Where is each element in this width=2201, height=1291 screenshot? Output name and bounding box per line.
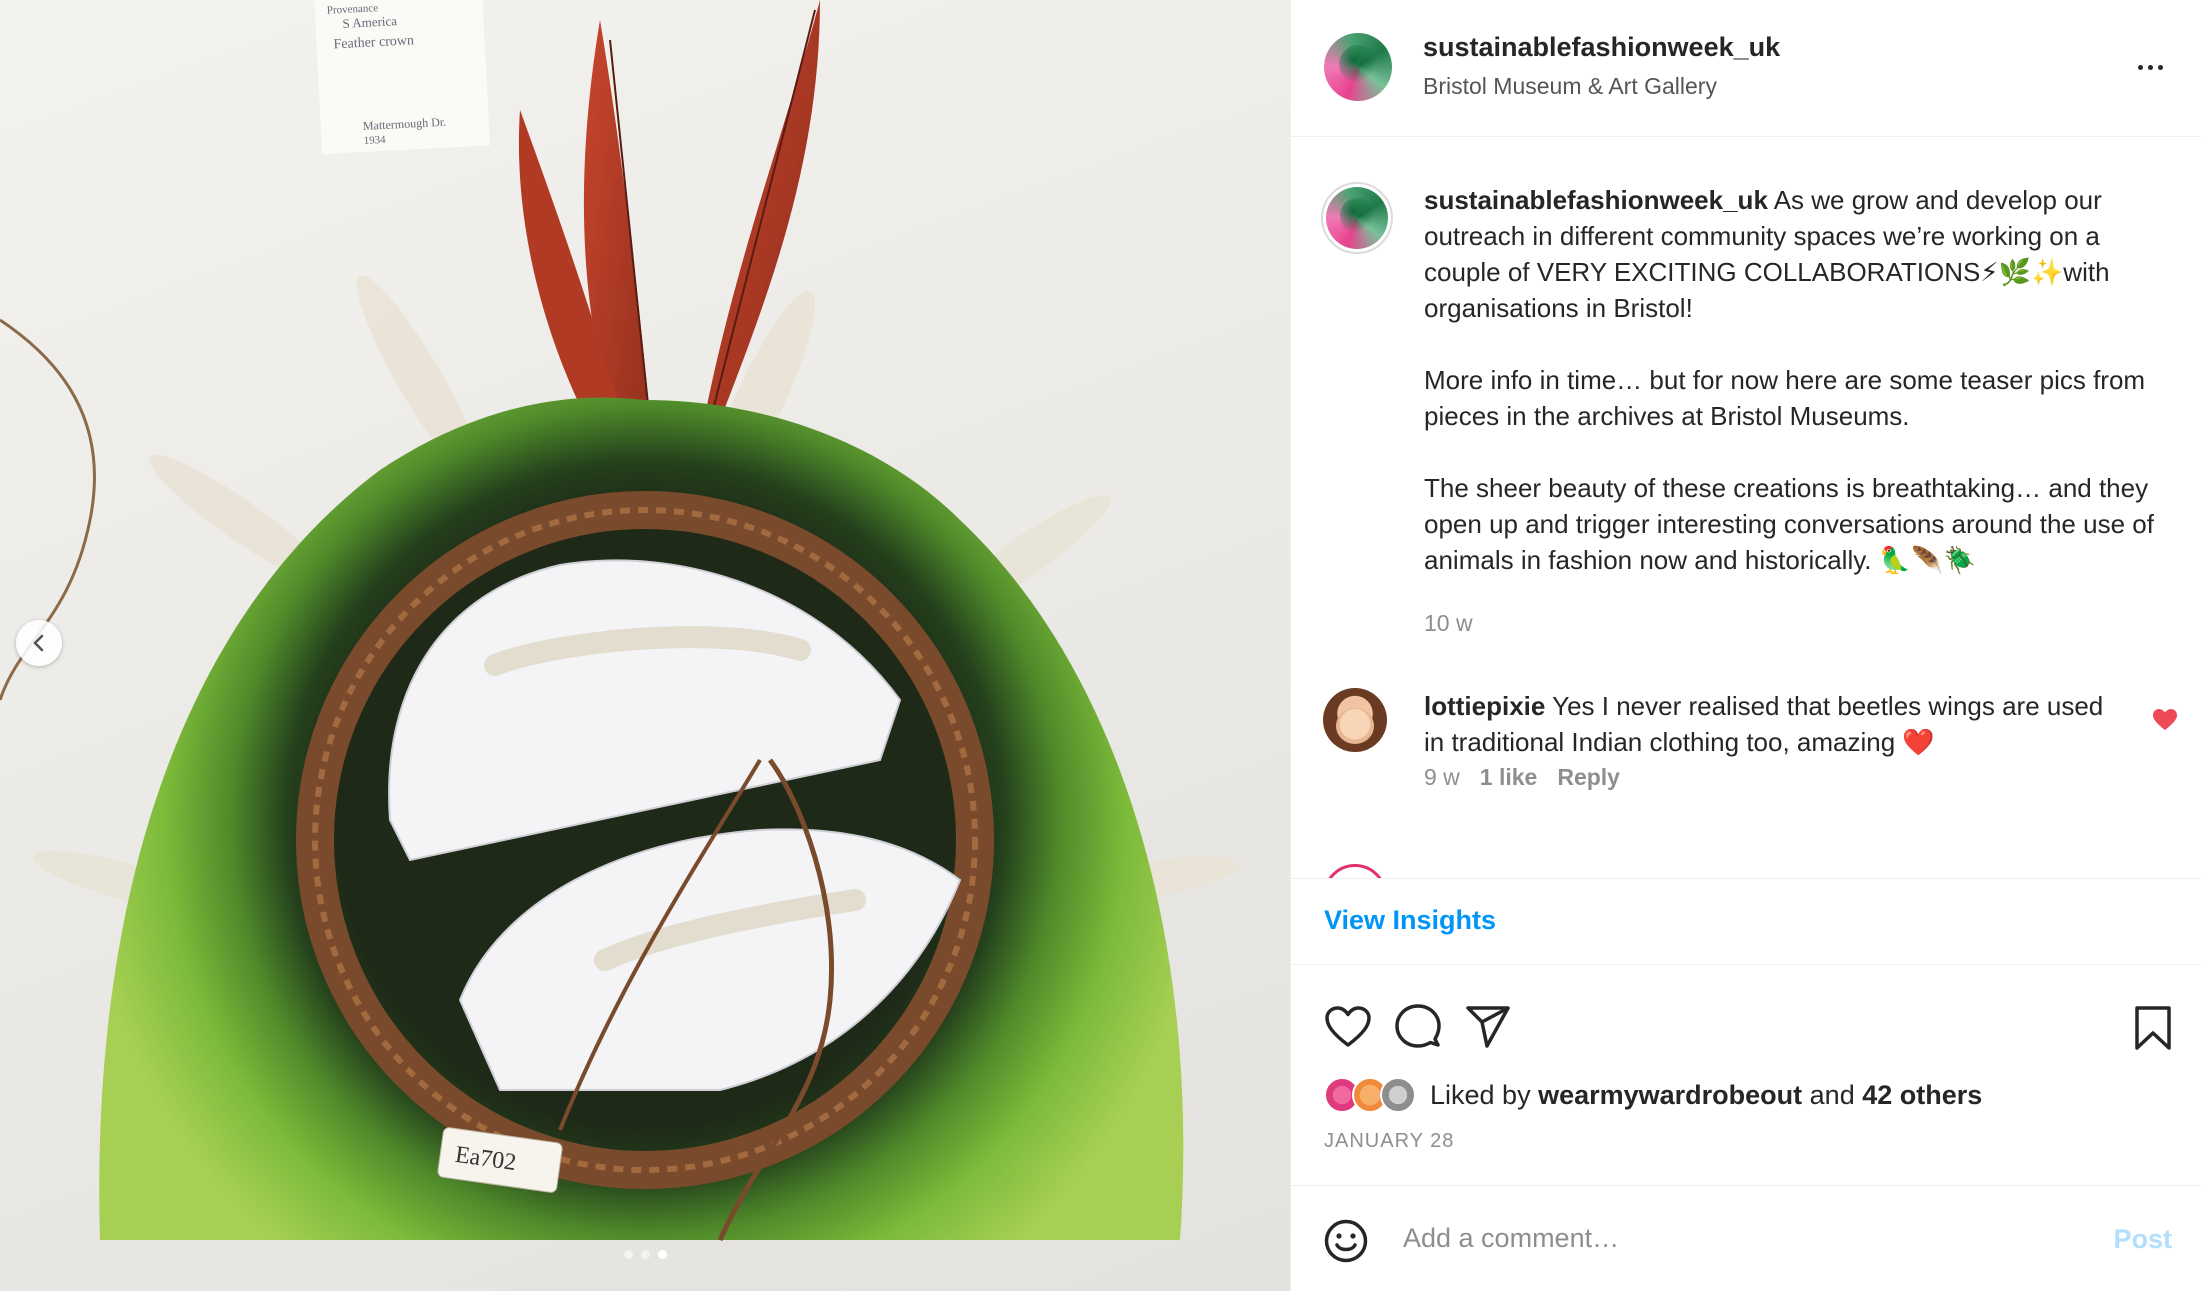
carousel-dot	[623, 1250, 633, 1259]
likes-others-link[interactable]: 42 others	[1862, 1080, 1982, 1110]
carousel-indicator	[0, 1250, 1290, 1259]
liked-by-row: Liked by wearmywardrobeout and 42 others	[1324, 1075, 1982, 1115]
post-header: sustainablefashionweek_uk Bristol Museum…	[1291, 0, 2201, 137]
comment-like-heart-icon[interactable]	[2152, 708, 2178, 732]
archive-label-card: Provenance S America Feather crown Matte…	[313, 0, 491, 155]
caption-paragraph: The sheer beauty of these creations is b…	[1424, 473, 2154, 575]
more-options-button[interactable]	[2130, 52, 2170, 82]
caption-author-avatar[interactable]	[1321, 182, 1393, 254]
liker-avatar[interactable]	[1380, 1077, 1416, 1113]
emoji-icon[interactable]	[1324, 1219, 1368, 1263]
author-username[interactable]: sustainablefashionweek_uk	[1423, 32, 1780, 63]
caption-username[interactable]: sustainablefashionweek_uk	[1424, 185, 1768, 215]
commenter-avatar[interactable]	[1323, 688, 1387, 752]
heart-icon[interactable]	[1324, 1005, 1372, 1049]
comments-section: sustainablefashionweek_uk As we grow and…	[1291, 138, 2201, 878]
comment-icon[interactable]	[1394, 1003, 1442, 1051]
liked-by-text: Liked by wearmywardrobeout and 42 others	[1430, 1079, 1983, 1110]
post-comment-button[interactable]: Post	[2113, 1224, 2172, 1255]
carousel-prev-button[interactable]	[16, 620, 62, 666]
insights-bar: View Insights	[1291, 878, 2201, 965]
view-insights-link[interactable]: View Insights	[1324, 905, 1496, 936]
more-icon	[2137, 64, 2143, 70]
label-card-line: 1934	[363, 134, 386, 147]
post-details-panel: sustainablefashionweek_uk Bristol Museum…	[1290, 0, 2201, 1291]
carousel-dot	[640, 1250, 650, 1259]
share-icon[interactable]	[1465, 1005, 1511, 1049]
comment-input[interactable]	[1403, 1216, 2053, 1260]
carousel-dot-active	[657, 1250, 667, 1259]
next-comment-avatar[interactable]	[1323, 864, 1387, 878]
liked-by-user-link[interactable]: wearmywardrobeout	[1538, 1080, 1802, 1110]
bookmark-icon[interactable]	[2133, 1005, 2173, 1051]
comment-meta: 9 w 1 like Reply	[1424, 764, 1620, 791]
add-comment-bar: Post	[1291, 1185, 2201, 1291]
caption-paragraph: More info in time… but for now here are …	[1424, 365, 2146, 431]
label-card-line: S America	[342, 13, 397, 31]
reply-button[interactable]: Reply	[1557, 764, 1620, 790]
commenter-username[interactable]: lottiepixie	[1424, 691, 1545, 721]
comment-time: 9 w	[1424, 764, 1460, 790]
caption-text: sustainablefashionweek_uk As we grow and…	[1424, 182, 2179, 326]
post-media: Provenance S America Feather crown Matte…	[0, 0, 1290, 1291]
feather-crown-photo: Provenance S America Feather crown Matte…	[0, 0, 1239, 1242]
caption-time: 10 w	[1424, 610, 1473, 636]
author-avatar[interactable]	[1324, 33, 1392, 101]
post-date: JANUARY 28	[1324, 1130, 1455, 1152]
post-actions: Liked by wearmywardrobeout and 42 others…	[1291, 965, 2201, 1185]
comment-text: lottiepixie Yes I never realised that be…	[1424, 688, 2124, 760]
comment-likes-count[interactable]: 1 like	[1480, 764, 1538, 790]
post-location[interactable]: Bristol Museum & Art Gallery	[1423, 73, 1717, 100]
chevron-left-icon	[33, 634, 44, 652]
